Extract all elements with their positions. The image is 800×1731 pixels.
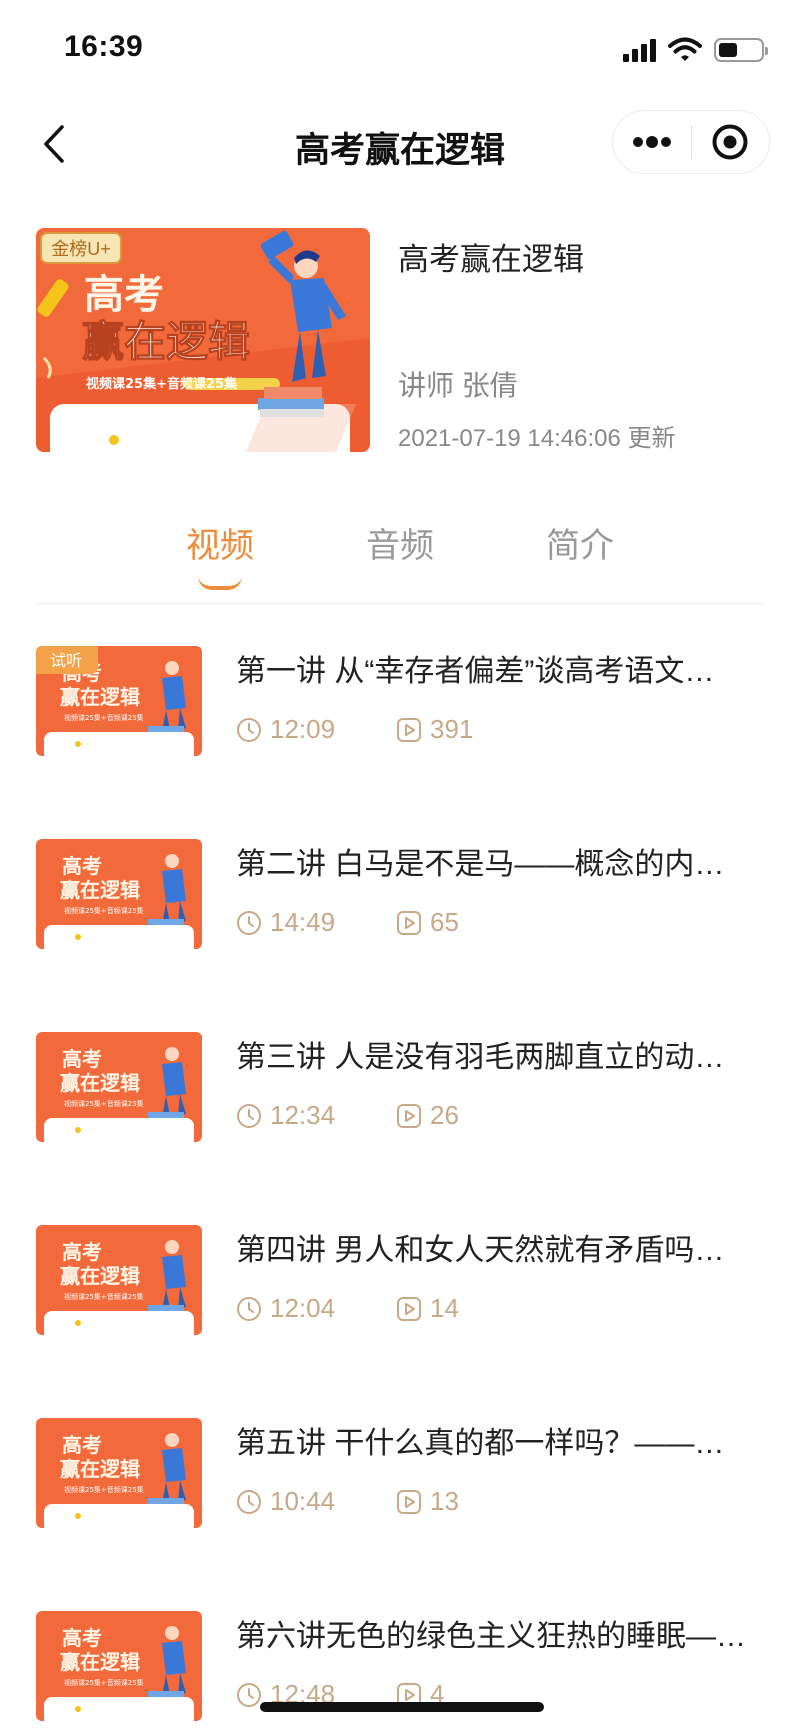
thumb-headline-2: 赢在逻辑 bbox=[60, 1457, 140, 1481]
lesson-item[interactable]: 高考 赢在逻辑 视频课25集+音频课25集 第三讲 人是没有羽毛两脚直立的动… … bbox=[36, 1026, 764, 1146]
nav-bar: 高考赢在逻辑 bbox=[0, 100, 800, 190]
clock-icon bbox=[237, 1296, 261, 1321]
trial-badge-label: 试听 bbox=[50, 651, 82, 670]
lesson-thumbnail: 高考 赢在逻辑 视频课25集+音频课25集 试听 bbox=[36, 646, 202, 756]
lesson-meta: 12:09 391 bbox=[236, 714, 473, 745]
course-title: 高考赢在逻辑 bbox=[398, 242, 584, 277]
lesson-views: 391 bbox=[430, 714, 474, 744]
status-time: 16:39 bbox=[64, 30, 144, 63]
home-indicator[interactable] bbox=[260, 1702, 544, 1712]
lesson-thumbnail: 高考 赢在逻辑 视频课25集+音频课25集 bbox=[36, 1225, 202, 1335]
tab-video[interactable]: 视频 bbox=[150, 518, 290, 590]
thumb-headline-2: 赢在逻辑 bbox=[60, 1071, 140, 1095]
lesson-meta: 12:34 26 bbox=[236, 1100, 459, 1131]
lesson-views: 65 bbox=[430, 907, 459, 937]
lesson-title: 第五讲 干什么真的都一样吗？——… bbox=[236, 1427, 725, 1460]
clock-icon bbox=[237, 1103, 261, 1128]
more-icon bbox=[632, 136, 671, 148]
lesson-thumbnail: 高考 赢在逻辑 视频课25集+音频课25集 bbox=[36, 1418, 202, 1528]
course-cover-art: 金榜U+ 高考 赢在逻辑 视频课25集+音频课25集 bbox=[36, 228, 370, 452]
tab-active-indicator bbox=[198, 576, 242, 590]
thumb-subline: 视频课25集+音频课25集 bbox=[64, 1292, 144, 1301]
close-icon bbox=[712, 124, 748, 160]
signal-icon bbox=[623, 38, 656, 62]
thumb-headline-1: 高考 bbox=[62, 1626, 102, 1650]
thumb-headline-2: 赢在逻辑 bbox=[60, 685, 140, 709]
thumb-headline-1: 高考 bbox=[62, 1047, 102, 1071]
lesson-title: 第六讲无色的绿色主义狂热的睡眠—… bbox=[236, 1620, 746, 1653]
lesson-thumbnail: 高考 赢在逻辑 视频课25集+音频课25集 bbox=[36, 1611, 202, 1721]
cover-subline: 视频课25集+音频课25集 bbox=[86, 376, 238, 392]
lesson-thumbnail: 高考 赢在逻辑 视频课25集+音频课25集 bbox=[36, 839, 202, 949]
cover-badge: 金榜U+ bbox=[51, 239, 111, 259]
lesson-duration: 12:34 bbox=[270, 1100, 336, 1130]
lesson-views: 13 bbox=[430, 1486, 459, 1516]
course-header: 金榜U+ 高考 赢在逻辑 视频课25集+音频课25集 高考赢在逻辑 讲师 张倩 … bbox=[36, 228, 764, 452]
thumb-subline: 视频课25集+音频课25集 bbox=[64, 1678, 144, 1687]
lesson-thumbnail: 高考 赢在逻辑 视频课25集+音频课25集 bbox=[36, 1032, 202, 1142]
tab-audio[interactable]: 音频 bbox=[330, 518, 470, 567]
play-count-icon bbox=[397, 910, 421, 935]
lesson-title: 第四讲 男人和女人天然就有矛盾吗… bbox=[236, 1234, 725, 1267]
mini-program-capsule bbox=[612, 110, 770, 174]
thumb-headline-1: 高考 bbox=[62, 854, 102, 878]
tab-video-label: 视频 bbox=[186, 527, 254, 565]
cover-headline-2: 赢在逻辑 bbox=[82, 317, 250, 366]
clock-icon bbox=[237, 717, 261, 742]
close-button[interactable] bbox=[692, 111, 770, 173]
lesson-meta: 12:04 14 bbox=[236, 1293, 459, 1324]
lesson-list: 高考 赢在逻辑 视频课25集+音频课25集 试听 第一讲 从“幸存者偏差”谈高考… bbox=[36, 640, 764, 1731]
lesson-views: 14 bbox=[430, 1293, 459, 1323]
play-count-icon bbox=[397, 1103, 421, 1128]
course-cover[interactable]: 金榜U+ 高考 赢在逻辑 视频课25集+音频课25集 bbox=[36, 228, 370, 452]
lesson-views: 26 bbox=[430, 1100, 459, 1130]
tab-intro-label: 简介 bbox=[546, 527, 614, 565]
clock-icon bbox=[237, 1489, 261, 1514]
more-button[interactable] bbox=[613, 111, 691, 173]
lesson-duration: 12:09 bbox=[270, 714, 336, 744]
clock-icon bbox=[237, 1682, 261, 1707]
thumb-headline-2: 赢在逻辑 bbox=[60, 1264, 140, 1288]
course-updated-time: 2021-07-19 14:46:06 更新 bbox=[398, 425, 676, 452]
thumb-subline: 视频课25集+音频课25集 bbox=[64, 1485, 144, 1494]
status-bar: 16:39 bbox=[0, 0, 800, 100]
lesson-duration: 10:44 bbox=[270, 1486, 336, 1516]
play-count-icon bbox=[397, 717, 421, 742]
tab-audio-label: 音频 bbox=[366, 527, 434, 565]
battery-icon bbox=[714, 38, 768, 62]
lesson-item[interactable]: 高考 赢在逻辑 视频课25集+音频课25集 试听 第一讲 从“幸存者偏差”谈高考… bbox=[36, 640, 764, 760]
thumb-headline-1: 高考 bbox=[62, 1240, 102, 1264]
thumb-subline: 视频课25集+音频课25集 bbox=[64, 1099, 144, 1108]
lesson-item[interactable]: 高考 赢在逻辑 视频课25集+音频课25集 第四讲 男人和女人天然就有矛盾吗… … bbox=[36, 1219, 764, 1339]
status-icons bbox=[623, 34, 768, 66]
cover-headline-1: 高考 bbox=[84, 272, 164, 318]
lesson-meta: 14:49 65 bbox=[236, 907, 459, 938]
lesson-item[interactable]: 高考 赢在逻辑 视频课25集+音频课25集 第二讲 白马是不是马——概念的内… … bbox=[36, 833, 764, 953]
lesson-title: 第三讲 人是没有羽毛两脚直立的动… bbox=[236, 1041, 725, 1074]
thumb-subline: 视频课25集+音频课25集 bbox=[64, 713, 144, 722]
trial-badge: 试听 bbox=[36, 646, 98, 674]
wifi-icon bbox=[668, 37, 702, 61]
tab-intro[interactable]: 简介 bbox=[510, 518, 650, 567]
thumb-headline-2: 赢在逻辑 bbox=[60, 1650, 140, 1674]
course-teacher: 讲师 张倩 bbox=[398, 370, 518, 401]
clock-icon bbox=[237, 910, 261, 935]
play-count-icon bbox=[397, 1296, 421, 1321]
thumb-headline-1: 高考 bbox=[62, 1433, 102, 1457]
lesson-item[interactable]: 高考 赢在逻辑 视频课25集+音频课25集 第五讲 干什么真的都一样吗？——… … bbox=[36, 1412, 764, 1532]
thumb-subline: 视频课25集+音频课25集 bbox=[64, 906, 144, 915]
content-tabs: 视频 音频 简介 bbox=[36, 518, 764, 604]
lesson-title: 第二讲 白马是不是马——概念的内… bbox=[236, 848, 725, 881]
lesson-meta: 10:44 13 bbox=[236, 1486, 459, 1517]
play-count-icon bbox=[397, 1489, 421, 1514]
lesson-duration: 14:49 bbox=[270, 907, 336, 937]
lesson-title: 第一讲 从“幸存者偏差”谈高考语文… bbox=[236, 655, 715, 688]
lesson-duration: 12:04 bbox=[270, 1293, 336, 1323]
thumb-headline-2: 赢在逻辑 bbox=[60, 878, 140, 902]
